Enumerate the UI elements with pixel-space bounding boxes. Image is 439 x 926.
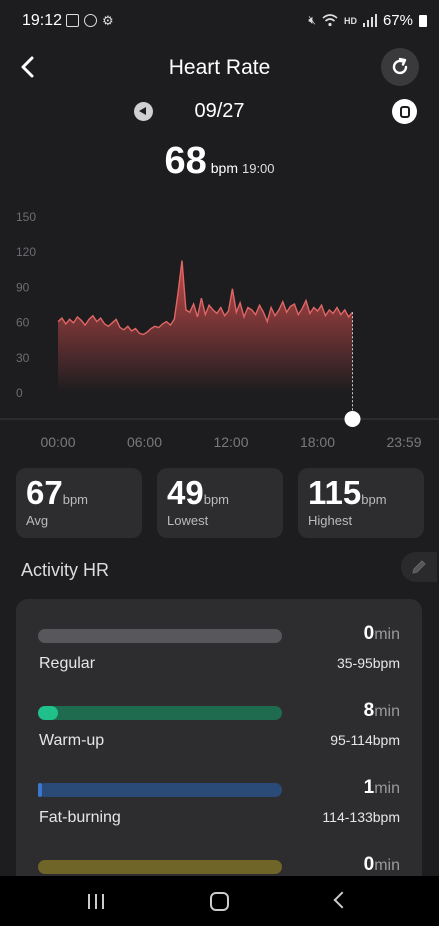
watch-icon xyxy=(399,105,410,118)
zone-progress-track xyxy=(38,860,282,874)
lowest-card: 49bpm Lowest xyxy=(157,468,283,538)
mute-icon: 🔇︎ xyxy=(308,13,316,27)
header: Heart Rate xyxy=(0,44,439,92)
x-tick-label: 23:59 xyxy=(386,434,421,450)
y-tick-label: 90 xyxy=(16,280,30,294)
gallery-icon xyxy=(66,14,79,27)
zone-minutes-unit: min xyxy=(374,857,400,874)
activity-zones-panel: Regular 0min 35-95bpm Warm-up 8min 95-11… xyxy=(16,599,422,876)
edit-zones-button[interactable] xyxy=(401,552,437,582)
home-icon[interactable] xyxy=(210,892,229,911)
x-tick-label: 00:00 xyxy=(40,434,75,450)
sync-icon xyxy=(392,57,408,75)
recents-icon[interactable] xyxy=(88,894,104,909)
zone-label: Fat-burning xyxy=(39,809,121,826)
current-reading-time: 19:00 xyxy=(241,161,275,176)
heart-rate-screen: 19:12 ⚙ 🔇︎ HD 67% Heart Rate 09/27 68 bpm… xyxy=(0,0,439,876)
stat-value: 67bpm xyxy=(26,474,88,512)
heart-rate-area xyxy=(58,260,353,392)
wifi-icon xyxy=(322,14,338,27)
x-tick-label: 18:00 xyxy=(300,434,335,450)
device-button[interactable] xyxy=(392,99,417,124)
lowest-label: Lowest xyxy=(167,513,209,528)
pencil-icon xyxy=(412,560,426,574)
activity-hr-title: Activity HR xyxy=(21,560,110,580)
y-tick-label: 0 xyxy=(16,386,23,400)
current-bpm-unit: bpm xyxy=(210,160,238,176)
lowest-unit: bpm xyxy=(203,492,230,507)
zone-progress-track xyxy=(38,706,282,720)
zone-range: 95-114bpm xyxy=(330,732,400,748)
current-reading: 68 bpm 19:00 xyxy=(0,140,439,183)
zone-minutes-value: 0 xyxy=(363,623,375,644)
zone-regular[interactable]: Regular 0min 35-95bpm xyxy=(16,599,422,672)
y-tick-label: 120 xyxy=(16,245,36,259)
zone-minutes: 0min xyxy=(364,623,400,645)
highest-card: 115bpm Highest xyxy=(298,468,424,538)
x-tick-label: 06:00 xyxy=(127,434,162,450)
lowest-value: 49 xyxy=(167,474,204,511)
heart-rate-chart-svg[interactable]: 150 120 90 60 30 0 00:00 06:00 12:00 18:00 23:59 xyxy=(0,200,439,460)
y-tick-label: 30 xyxy=(16,351,30,365)
selection-handle[interactable] xyxy=(344,411,361,427)
stat-value: 115bpm xyxy=(308,474,387,512)
zone-minutes: 1min xyxy=(364,777,400,799)
zone-progress-track xyxy=(38,629,282,643)
notification-icons: ⚙ xyxy=(66,14,115,27)
zone-minutes-value: 0 xyxy=(363,854,375,875)
zone-minutes-value: 8 xyxy=(363,700,375,721)
battery-percent: 67% xyxy=(382,12,413,29)
stats-cards: 67bpm Avg 49bpm Lowest 115bpm Highest xyxy=(16,468,424,538)
app-notification-icon xyxy=(84,14,97,27)
zone-fat-burning[interactable]: Fat-burning 1min 114-133bpm xyxy=(16,753,422,826)
zone-progress-fill xyxy=(38,706,58,720)
status-time: 19:12 xyxy=(22,12,63,29)
zone-minutes: 0min xyxy=(364,854,400,876)
highest-value: 115 xyxy=(308,474,362,511)
highest-unit: bpm xyxy=(361,492,387,507)
signal-icon xyxy=(362,14,377,27)
x-tick-label: 12:00 xyxy=(213,434,248,450)
zone-minutes-value: 1 xyxy=(363,777,375,798)
zone-range: 114-133bpm xyxy=(322,809,400,825)
zone-warm-up[interactable]: Warm-up 8min 95-114bpm xyxy=(16,676,422,749)
current-bpm-value: 68 xyxy=(164,140,207,182)
y-tick-label: 150 xyxy=(16,210,36,224)
zone-label: Regular xyxy=(39,655,96,672)
selected-date: 09/27 xyxy=(194,100,245,122)
avg-value: 67 xyxy=(26,474,63,511)
avg-label: Avg xyxy=(26,513,49,528)
zone-minutes-unit: min xyxy=(374,703,400,720)
highest-label: Highest xyxy=(308,513,353,528)
battery-icon xyxy=(419,14,427,27)
avg-card: 67bpm Avg xyxy=(16,468,142,538)
zone-range: 35-95bpm xyxy=(336,655,400,671)
system-icons: 🔇︎ HD 67% xyxy=(308,12,427,29)
zone-minutes-unit: min xyxy=(374,780,400,797)
zone-minutes: 8min xyxy=(364,700,400,722)
y-tick-label: 60 xyxy=(16,316,30,330)
sync-button[interactable] xyxy=(381,48,419,86)
zone-minutes-unit: min xyxy=(374,626,400,643)
avg-unit: bpm xyxy=(62,492,89,507)
system-nav-bar xyxy=(0,876,439,926)
nav-back-icon[interactable] xyxy=(333,891,351,909)
page-title: Heart Rate xyxy=(168,56,271,79)
date-navigator: 09/27 xyxy=(0,96,439,128)
stat-value: 49bpm xyxy=(167,474,229,512)
zone-progress-track xyxy=(38,783,282,797)
zone-label: Warm-up xyxy=(39,732,105,749)
zone-progress-fill xyxy=(38,783,42,797)
gear-icon: ⚙ xyxy=(102,13,114,28)
status-bar: 19:12 ⚙ 🔇︎ HD 67% xyxy=(0,0,439,44)
zone-next[interactable]: 0min xyxy=(16,830,422,876)
network-type-label: HD xyxy=(343,15,357,26)
heart-rate-chart[interactable]: 150 120 90 60 30 0 00:00 06:00 12:00 18:00 23:59 xyxy=(0,200,439,460)
